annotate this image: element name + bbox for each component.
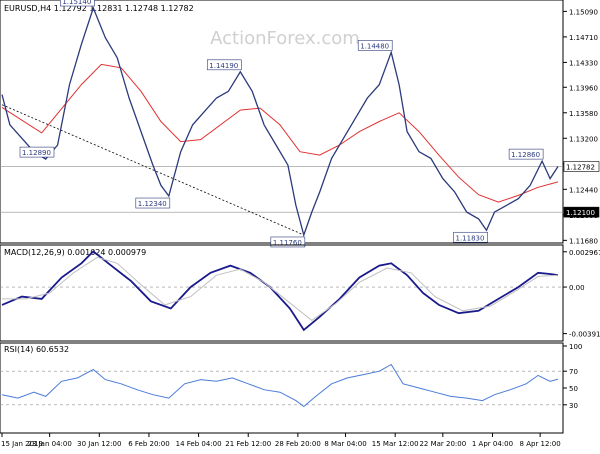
annotation-label: 1.12340	[138, 200, 167, 208]
rsi-tick-label: 50	[569, 385, 578, 393]
x-tick-label: 23 Jan 04:00	[27, 440, 71, 448]
x-tick-label: 15 Mar 12:00	[372, 440, 419, 448]
x-tick-label: 14 Feb 04:00	[176, 440, 222, 448]
price-tick-label: 1.15090	[569, 8, 598, 16]
rsi-tick-label: 70	[569, 368, 578, 376]
price-tick-label: 1.12440	[569, 186, 598, 194]
annotation-label: 1.14480	[360, 42, 389, 50]
x-tick-label: 6 Feb 20:00	[128, 440, 169, 448]
price-tick-label: 1.14330	[569, 59, 598, 67]
annotation-label: 1.15140	[62, 0, 91, 6]
x-tick-label: 28 Feb 20:00	[275, 440, 321, 448]
macd-tick-label: 0.002967	[569, 249, 600, 257]
macd-tick-label: -0.003916	[569, 331, 600, 339]
chart-root: ActionForex.com EURUSD,H4 1.12792 1.1283…	[0, 0, 600, 450]
level-price-label: 1.12782	[566, 163, 595, 171]
price-tick-label: 1.13580	[569, 110, 598, 118]
x-tick-label: 22 Mar 20:00	[419, 440, 466, 448]
price-tick-label: 1.11680	[569, 237, 598, 245]
price-tick-label: 1.13960	[569, 84, 598, 92]
price-panel-title: EURUSD,H4 1.12792 1.12831 1.12748 1.1278…	[4, 4, 194, 13]
annotation-label: 1.11830	[456, 234, 485, 242]
x-tick-label: 21 Feb 12:00	[225, 440, 271, 448]
chart-canvas: ActionForex.com EURUSD,H4 1.12792 1.1283…	[0, 0, 600, 450]
x-tick-label: 8 Mar 04:00	[324, 440, 366, 448]
rsi-tick-label: 30	[569, 402, 578, 410]
annotation-label: 1.12890	[22, 149, 51, 157]
x-tick-label: 1 Apr 04:00	[472, 440, 513, 448]
price-tick-label: 1.14710	[569, 34, 598, 42]
watermark: ActionForex.com	[210, 28, 360, 49]
chart-background	[0, 0, 600, 450]
level-price-label: 1.12100	[566, 209, 595, 217]
x-tick-label: 8 Apr 12:00	[520, 440, 561, 448]
annotation-label: 1.11760	[273, 239, 302, 247]
annotation-label: 1.12860	[511, 151, 540, 159]
macd-tick-label: 0.00	[569, 284, 585, 292]
annotation-label: 1.14190	[209, 62, 238, 70]
x-tick-label: 30 Jan 12:00	[77, 440, 121, 448]
rsi-panel-title: RSI(14) 60.6532	[4, 345, 69, 354]
rsi-tick-label: 100	[569, 343, 582, 351]
macd-panel-title: MACD(12,26,9) 0.001024 0.000979	[4, 248, 146, 257]
price-tick-label: 1.13200	[569, 135, 598, 143]
